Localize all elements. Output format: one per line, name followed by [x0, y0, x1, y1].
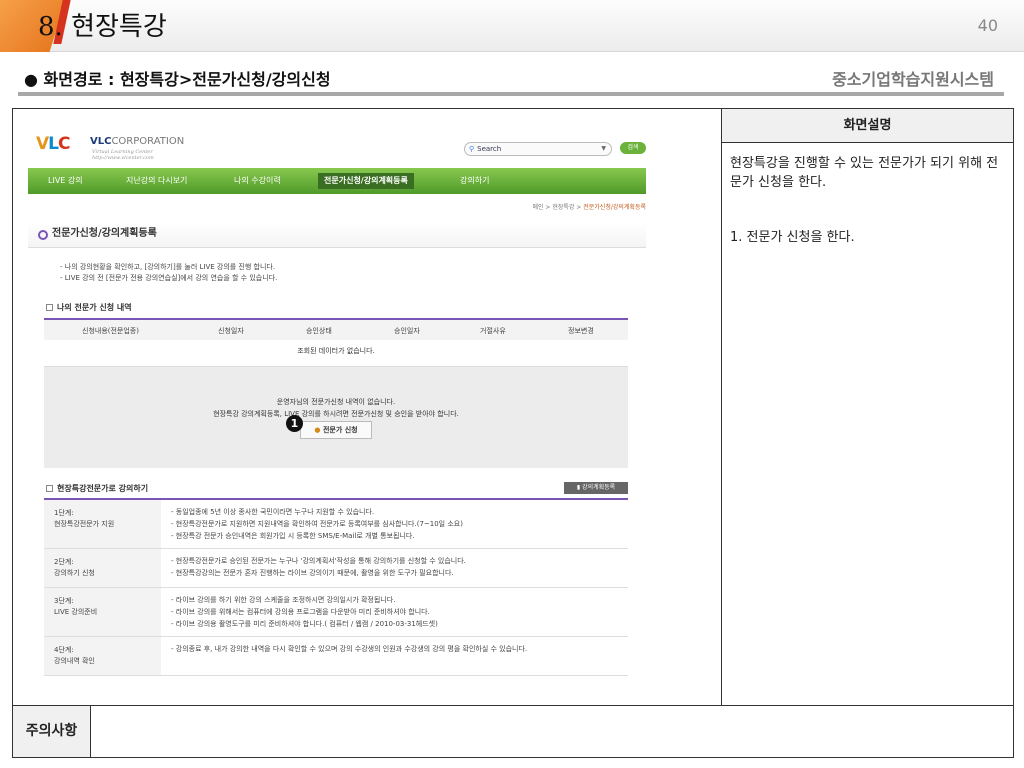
- step-label: 2단계: 강의하기 신청: [44, 549, 161, 587]
- step-label: 3단계: LIVE 강의준비: [44, 588, 161, 636]
- search-input[interactable]: ⚲ Search ▼: [464, 142, 612, 156]
- step-detail: - 동일업종에 5년 이상 종사한 국민이라면 누구나 지원할 수 있습니다. -…: [171, 508, 463, 540]
- slide-header: 8. 현장특강 40: [0, 0, 1024, 52]
- step-marker: 1: [286, 415, 303, 432]
- column-header: 신청내용(전문업종): [82, 327, 139, 335]
- description-text: 현장특강을 진행할 수 있는 전문가가 되기 위해 전문가 신청을 한다.: [730, 156, 999, 190]
- table-row: 2단계: 강의하기 신청 - 현장특강전문가로 승인된 전문가는 누구나 '강의계…: [44, 549, 628, 588]
- box-bullet-icon: [46, 485, 53, 492]
- table-row: 4단계: 강의내역 확인 - 강의종료 후, 내가 강의한 내역을 다시 확인할 …: [44, 637, 628, 676]
- main-nav: LIVE 강의 지난강의 다시보기 나의 수강이력 전문가신청/강의계획등록 강…: [28, 168, 646, 194]
- steps-table: 1단계: 현장특강전문가 지원 - 동일업종에 5년 이상 종사한 국민이라면 누…: [44, 498, 628, 676]
- step-detail: - 강의종료 후, 내가 강의한 내역을 다시 확인할 수 있으며 강의 수강생…: [171, 645, 528, 653]
- breadcrumb: 메인 > 현장특강 > 전문가신청/강의계획등록: [532, 204, 646, 211]
- step-label: 1단계: 현장특강전문가 지원: [44, 500, 161, 548]
- nav-item-lecture[interactable]: 강의하기: [460, 168, 489, 194]
- table-row: 3단계: LIVE 강의준비 - 라이브 강의를 하기 위한 강의 스케줄을 조정…: [44, 588, 628, 637]
- lecture-plan-button[interactable]: ▮ 강의계획등록: [564, 482, 628, 494]
- circle-icon: [38, 230, 48, 240]
- notice-label: 주의사항: [13, 706, 91, 757]
- nav-item-replay[interactable]: 지난강의 다시보기: [126, 168, 187, 194]
- header-rule: [18, 92, 1004, 96]
- corp-subtitle: Virtual Learning Center http://www.vlcent…: [92, 149, 154, 161]
- panel-divider: [721, 108, 722, 706]
- step-label: 4단계: 강의내역 확인: [44, 637, 161, 675]
- section-title: 8. 현장특강: [38, 12, 167, 42]
- website-screenshot: VLC VLCCORPORATION Virtual Learning Cent…: [28, 126, 648, 696]
- nav-item-history[interactable]: 나의 수강이력: [234, 168, 281, 194]
- apply-notice-line1: 운영자님의 전문가신청 내역이 없습니다.: [276, 398, 396, 406]
- section-heading-applications: 나의 전문가 신청 내역: [46, 302, 132, 313]
- nav-item-live[interactable]: LIVE 강의: [48, 168, 83, 194]
- table-header: 신청내용(전문업종) 신청일자 승인상태 승인일자 거절사유 정보변경: [44, 318, 628, 340]
- intro-text: - 나의 강의현황을 확인하고, [강의하기]를 눌러 LIVE 강의를 진행 …: [60, 263, 278, 282]
- search-icon: ⚲: [469, 145, 475, 153]
- column-header: 거절사유: [480, 327, 506, 335]
- column-header: 정보변경: [568, 327, 594, 335]
- column-header: 신청일자: [218, 327, 244, 335]
- description-panel-title: 화면설명: [722, 109, 1013, 143]
- search-button[interactable]: 검색: [620, 142, 646, 154]
- apply-notice-box: 운영자님의 전문가신청 내역이 없습니다. 현장특강 강의계획등록, LIVE …: [44, 366, 628, 468]
- corp-name: VLCCORPORATION: [90, 136, 185, 147]
- page-number: 40: [977, 16, 998, 35]
- no-data-text: 조회된 데이터가 없습니다.: [297, 347, 375, 355]
- user-icon: ●: [314, 426, 321, 434]
- step-detail: - 라이브 강의를 하기 위한 강의 스케줄을 조정하시면 강의일시가 확정됩니…: [171, 596, 438, 628]
- document-icon: ▮: [576, 484, 581, 491]
- table-row: 1단계: 현장특강전문가 지원 - 동일업종에 5년 이상 종사한 국민이라면 누…: [44, 500, 628, 549]
- description-step: 1. 전문가 신청을 한다.: [730, 230, 855, 245]
- column-header: 승인일자: [394, 327, 420, 335]
- system-name: 중소기업학습지원시스템: [832, 70, 994, 89]
- step-detail: - 현장특강전문가로 승인된 전문가는 누구나 '강의계획서'작성을 통해 강의…: [171, 557, 466, 577]
- vlc-logo[interactable]: VLC: [36, 134, 71, 154]
- chevron-down-icon: ▼: [601, 145, 606, 152]
- page-title: 전문가신청/강의계획등록: [28, 222, 646, 248]
- expert-apply-button[interactable]: ● 전문가 신청: [300, 421, 372, 439]
- nav-item-expert[interactable]: 전문가신청/강의계획등록: [318, 173, 414, 189]
- screen-path: ● 화면경로 : 현장특강>전문가신청/강의신청: [24, 70, 331, 89]
- column-header: 승인상태: [306, 327, 332, 335]
- notice-divider: [12, 705, 1014, 706]
- apply-notice-line2: 현장특강 강의계획등록, LIVE 강의를 하시려면 전문가신청 및 승인을 받…: [213, 410, 459, 418]
- box-bullet-icon: [46, 304, 53, 311]
- section-heading-lecture: 현장특강전문가로 강의하기: [46, 483, 148, 494]
